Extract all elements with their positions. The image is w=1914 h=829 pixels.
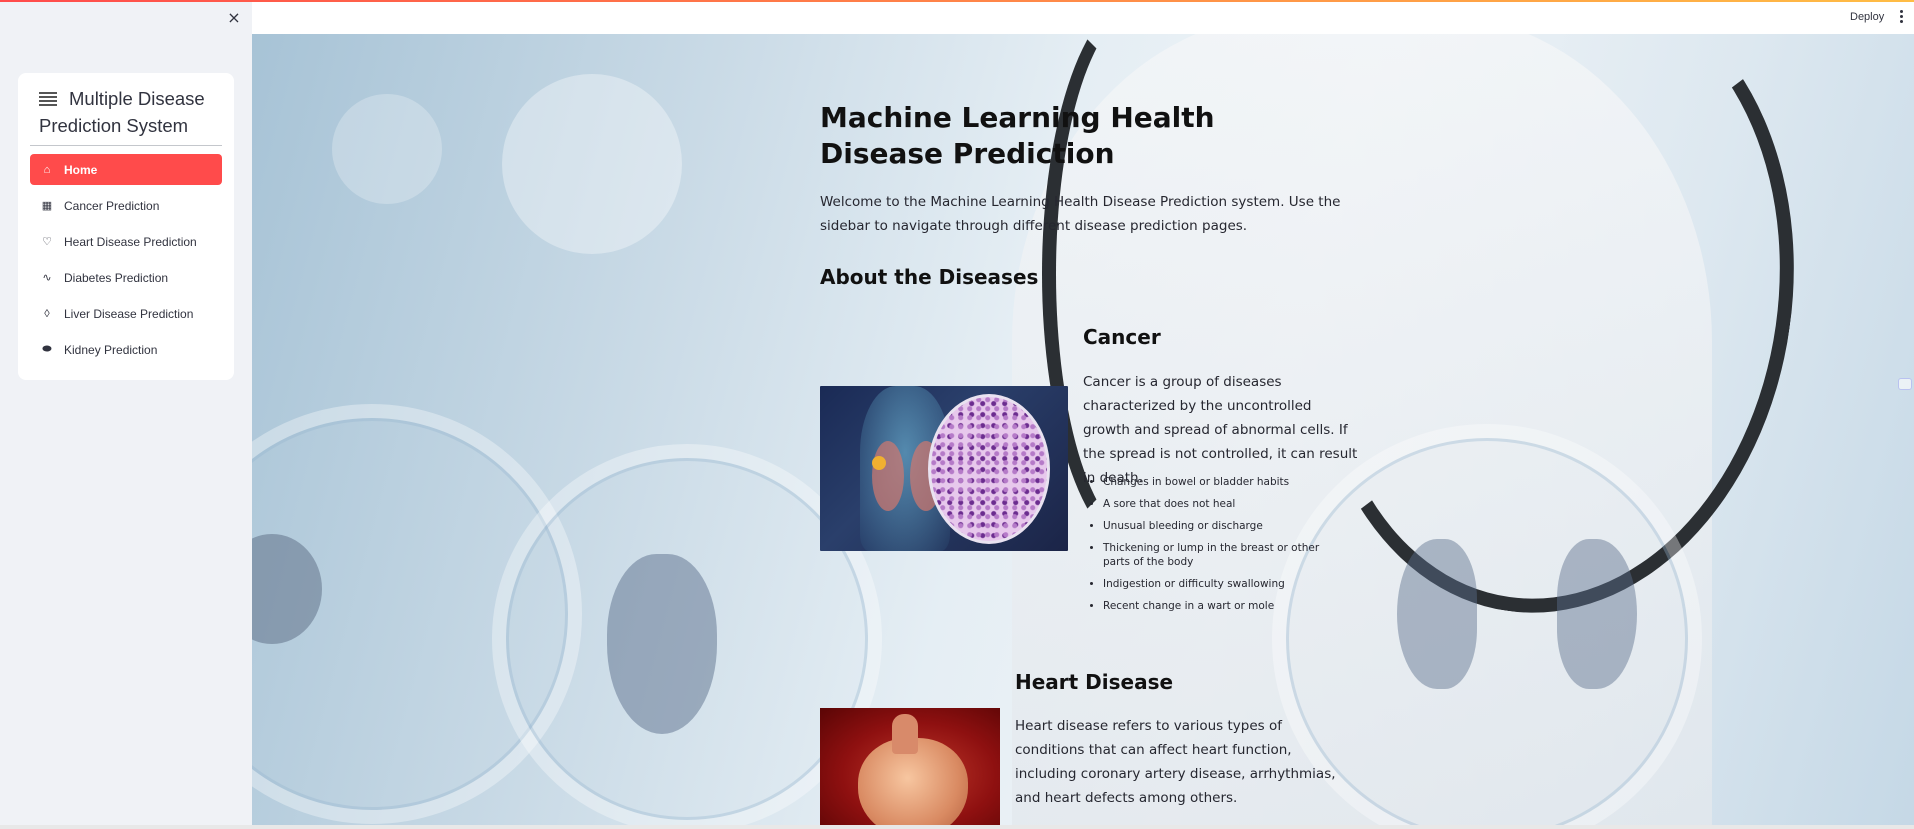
sidebar: × Multiple Disease Prediction System ⌂ Ho… [0,0,252,829]
symptom-list-item: Unusual bleeding or discharge [1103,519,1348,533]
symptom-list-item: A sore that does not heal [1103,497,1348,511]
capsule-icon: ⬬ [42,343,52,355]
heart-disease-heading: Heart Disease [1015,670,1174,694]
welcome-text: Welcome to the Machine Learning Health D… [820,194,1341,234]
kidney-sketch-icon [1557,539,1637,689]
list-icon [39,92,57,106]
page-title: Machine Learning Health Disease Predicti… [820,101,1215,170]
bottom-border [0,825,1914,829]
bokeh-light [332,94,442,204]
sidebar-item-cancer-prediction[interactable]: ▦ Cancer Prediction [30,190,222,221]
main-menu-kebab-icon[interactable] [1898,10,1904,24]
symptom-list-item: Recent change in a wart or mole [1103,599,1348,613]
about-heading: About the Diseases [820,265,1039,289]
sidebar-item-label: Diabetes Prediction [64,270,169,285]
nav-title-text: Multiple Disease Prediction System [39,88,205,136]
sidebar-item-liver-disease-prediction[interactable]: ◊ Liver Disease Prediction [30,298,222,329]
sidebar-item-label: Home [64,162,98,177]
sidebar-item-label: Cancer Prediction [64,198,160,213]
hospital-icon: ▦ [41,200,53,212]
heart-sketch-icon [607,554,717,734]
main-content: Machine Learning Health Disease Predicti… [820,0,1358,829]
cancer-description: Cancer is a group of diseases characteri… [1083,374,1358,486]
resize-handle[interactable] [1898,378,1912,390]
house-icon: ⌂ [43,163,51,176]
sidebar-item-kidney-prediction[interactable]: ⬬ Kidney Prediction [30,334,222,365]
sidebar-item-home[interactable]: ⌂ Home [30,154,222,185]
deploy-button[interactable]: Deploy [1850,11,1884,23]
heart-image [820,708,1000,829]
heart-icon: ♡ [42,236,52,248]
symptom-list-item: Indigestion or difficulty swallowing [1103,577,1348,591]
top-decoration-stripe [0,0,1914,2]
navigation-menu: Multiple Disease Prediction System ⌂ Home… [18,73,234,380]
cancer-heading: Cancer [1083,325,1161,349]
activity-icon: ∿ [42,272,52,284]
bokeh-light [502,74,682,254]
cancer-symptoms-list: Changes in bowel or bladder habits A sore… [1103,475,1348,621]
kidney-sketch-icon [1397,539,1477,689]
symptom-list-item: Thickening or lump in the breast or othe… [1103,541,1348,569]
close-sidebar-icon[interactable]: × [226,10,242,26]
heart-disease-description: Heart disease refers to various types of… [1015,718,1336,806]
nav-divider [30,145,222,146]
sidebar-item-diabetes-prediction[interactable]: ∿ Diabetes Prediction [30,262,222,293]
sidebar-item-label: Heart Disease Prediction [64,234,197,249]
symptom-list-item: Changes in bowel or bladder habits [1103,475,1348,489]
droplet-icon: ◊ [44,307,50,320]
nav-items: ⌂ Home ▦ Cancer Prediction ♡ Heart Disease Pr… [30,154,222,370]
sidebar-item-heart-disease-prediction[interactable]: ♡ Heart Disease Prediction [30,226,222,257]
sidebar-item-label: Kidney Prediction [64,342,158,357]
nav-menu-title: Multiple Disease Prediction System [39,85,224,139]
app-header: Deploy [252,2,1914,34]
cancer-image [820,386,1068,551]
sidebar-item-label: Liver Disease Prediction [64,306,194,321]
